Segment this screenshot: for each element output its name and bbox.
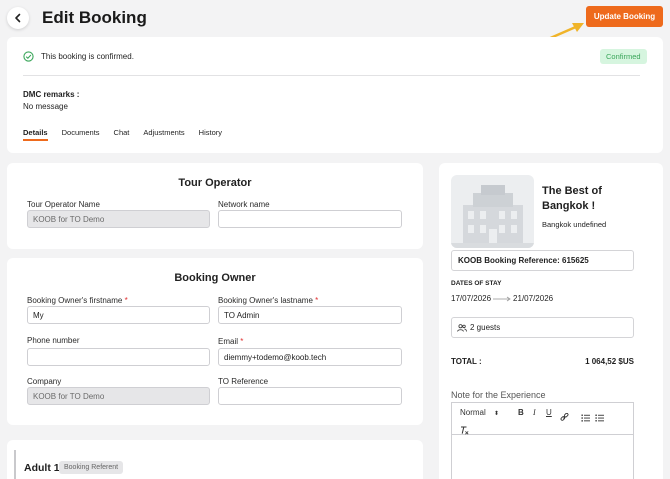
- check-circle-icon: [23, 51, 34, 62]
- tab-bar: Details Documents Chat Adjustments Histo…: [23, 128, 222, 141]
- network-name-field[interactable]: [218, 210, 402, 228]
- firstname-field[interactable]: My: [27, 306, 210, 324]
- note-editor: Normal ⬍ B I U: [451, 402, 634, 479]
- status-message: This booking is confirmed.: [41, 52, 134, 61]
- company-label: Company: [27, 377, 62, 386]
- company-field[interactable]: KOOB for TO Demo: [27, 387, 210, 405]
- required-mark: *: [240, 337, 244, 346]
- firstname-label: Booking Owner's firstname *: [27, 296, 128, 305]
- product-image: [451, 175, 534, 248]
- note-label: Note for the Experience: [451, 390, 546, 400]
- tour-operator-card: Tour Operator Tour Operator Name KOOB fo…: [7, 163, 423, 249]
- email-label-text: Email: [218, 337, 239, 346]
- format-select-value: Normal: [460, 408, 486, 417]
- italic-button[interactable]: I: [533, 408, 536, 417]
- tab-history[interactable]: History: [199, 128, 222, 141]
- update-booking-button[interactable]: Update Booking: [586, 6, 663, 27]
- total-value: 1 064,52 $US: [585, 357, 634, 366]
- tab-details[interactable]: Details: [23, 128, 48, 141]
- guests-count: 2 guests: [470, 323, 501, 332]
- clear-format-icon[interactable]: [460, 422, 469, 440]
- to-reference-label: TO Reference: [218, 377, 269, 386]
- booking-status-card: This booking is confirmed. Confirmed DMC…: [7, 37, 663, 153]
- booking-owner-card: Booking Owner Booking Owner's firstname …: [7, 258, 423, 425]
- dmc-remarks-text: No message: [23, 102, 68, 111]
- tab-adjustments[interactable]: Adjustments: [143, 128, 184, 141]
- phone-field[interactable]: [27, 348, 210, 366]
- total-label: TOTAL :: [451, 357, 482, 366]
- tour-operator-name-label: Tour Operator Name: [27, 200, 100, 209]
- booking-referent-badge: Booking Referent: [59, 461, 124, 474]
- back-button[interactable]: [7, 7, 29, 29]
- editor-toolbar: Normal ⬍ B I U: [452, 403, 633, 435]
- status-row: This booking is confirmed.: [23, 51, 134, 62]
- ordered-list-icon[interactable]: [581, 409, 590, 427]
- date-from: 17/07/2026: [451, 294, 492, 303]
- tab-chat[interactable]: Chat: [114, 128, 130, 141]
- firstname-label-text: Booking Owner's firstname: [27, 296, 123, 305]
- bullet-list-icon[interactable]: [595, 409, 604, 427]
- email-field[interactable]: diemmy+todemo@koob.tech: [218, 348, 402, 366]
- product-location: Bangkok undefined: [542, 220, 607, 229]
- page-title: Edit Booking: [42, 8, 147, 27]
- email-label: Email *: [218, 337, 243, 346]
- underline-button[interactable]: U: [546, 408, 552, 417]
- dates-label: DATES OF STAY: [451, 280, 502, 287]
- select-arrows-icon: ⬍: [494, 411, 500, 417]
- bold-button[interactable]: B: [518, 408, 524, 417]
- tour-operator-name-field[interactable]: KOOB for TO Demo: [27, 210, 210, 228]
- booking-reference: KOOB Booking Reference: 615625: [458, 256, 589, 265]
- building-icon: [451, 185, 534, 248]
- adult-left-bar: [14, 450, 16, 479]
- product-title: The Best of Bangkok !: [542, 185, 602, 212]
- adult-card: Adult 1 Booking Referent: [7, 440, 423, 479]
- status-badge: Confirmed: [600, 49, 647, 64]
- phone-label: Phone number: [27, 336, 80, 345]
- booking-summary-card: The Best of Bangkok ! Bangkok undefined …: [439, 163, 663, 479]
- lastname-label: Booking Owner's lastname *: [218, 296, 318, 305]
- divider: [23, 75, 640, 76]
- required-mark: *: [315, 296, 319, 305]
- booking-owner-title: Booking Owner: [174, 272, 256, 284]
- dmc-remarks-title: DMC remarks :: [23, 90, 80, 99]
- dates-row: 17/07/2026 21/07/2026: [451, 294, 553, 303]
- lastname-label-text: Booking Owner's lastname: [218, 296, 313, 305]
- chevron-left-icon: [15, 13, 21, 23]
- booking-reference-box: KOOB Booking Reference: 615625: [451, 250, 634, 271]
- adult-title: Adult 1: [24, 462, 60, 474]
- required-mark: *: [124, 296, 128, 305]
- date-to: 21/07/2026: [513, 294, 554, 303]
- network-name-label: Network name: [218, 200, 270, 209]
- lastname-field[interactable]: TO Admin: [218, 306, 402, 324]
- users-icon: [457, 323, 467, 332]
- guests-box: 2 guests: [451, 317, 634, 338]
- tour-operator-title: Tour Operator: [178, 177, 252, 189]
- format-select[interactable]: Normal ⬍: [460, 408, 499, 417]
- to-reference-field[interactable]: [218, 387, 402, 405]
- tab-documents[interactable]: Documents: [62, 128, 100, 141]
- link-icon[interactable]: [560, 409, 569, 427]
- arrow-right-icon: [493, 296, 511, 301]
